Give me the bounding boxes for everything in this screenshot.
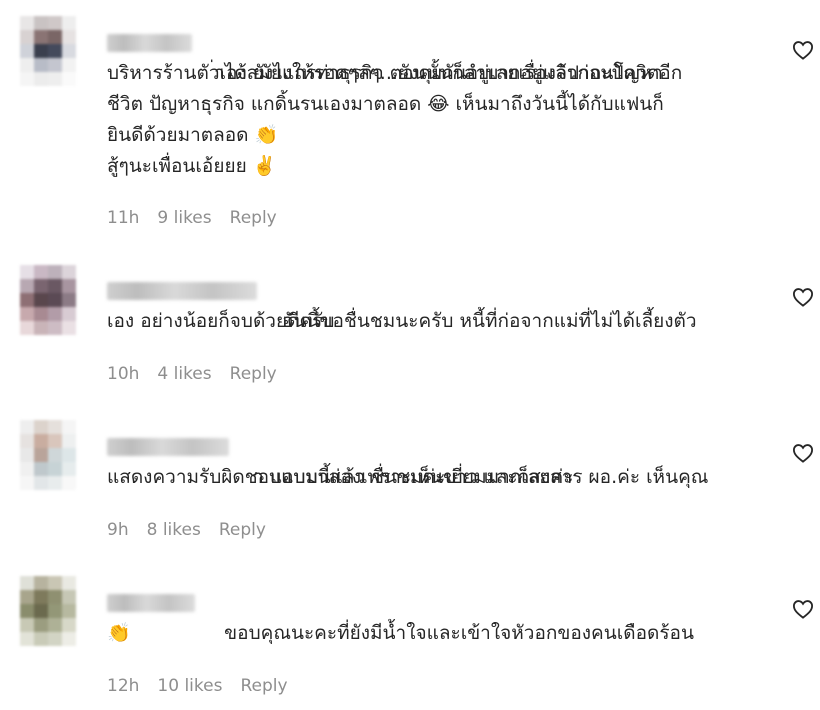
reply-button[interactable]: Reply bbox=[240, 676, 287, 696]
comment-meta: 9h 8 likes Reply bbox=[107, 520, 266, 540]
comment-likes[interactable]: 9 likes bbox=[157, 208, 211, 228]
comment-likes[interactable]: 10 likes bbox=[157, 676, 222, 696]
heart-outline-icon[interactable] bbox=[792, 40, 814, 60]
comment-time[interactable]: 11h bbox=[107, 208, 139, 228]
avatar[interactable] bbox=[20, 265, 76, 335]
username-redacted[interactable] bbox=[107, 34, 192, 52]
heart-outline-icon[interactable] bbox=[792, 443, 814, 463]
username-redacted[interactable] bbox=[107, 282, 257, 300]
reply-button[interactable]: Reply bbox=[219, 520, 266, 540]
reply-button[interactable]: Reply bbox=[230, 208, 277, 228]
comment-meta: 10h 4 likes Reply bbox=[107, 364, 277, 384]
avatar[interactable] bbox=[20, 576, 76, 646]
heart-outline-icon[interactable] bbox=[792, 287, 814, 307]
comment-time[interactable]: 10h bbox=[107, 364, 139, 384]
comment-meta: 11h 9 likes Reply bbox=[107, 208, 277, 228]
comment-text-rest: 👏 bbox=[107, 622, 131, 644]
comment-time[interactable]: 9h bbox=[107, 520, 129, 540]
username-redacted[interactable] bbox=[107, 438, 229, 456]
avatar[interactable] bbox=[20, 16, 76, 86]
comment-likes[interactable]: 8 likes bbox=[147, 520, 201, 540]
heart-outline-icon[interactable] bbox=[792, 599, 814, 619]
comment-text-rest: บริหารร้านตัวเอง ยังไงให้รอดๆลๆ...ยังคุย… bbox=[107, 62, 664, 177]
comment-meta: 12h 10 likes Reply bbox=[107, 676, 288, 696]
reply-button[interactable]: Reply bbox=[230, 364, 277, 384]
comment-time[interactable]: 12h bbox=[107, 676, 139, 696]
username-redacted[interactable] bbox=[107, 594, 195, 612]
comment-text-rest: เอง อย่างน้อยก็จบด้วยดีครับ bbox=[107, 310, 335, 332]
avatar[interactable] bbox=[20, 420, 76, 490]
comment-likes[interactable]: 4 likes bbox=[157, 364, 211, 384]
comment-text-rest: แสดงความรับผิดชอบแบบนี้แล้ว ชื่นชมค่ะเยี… bbox=[107, 466, 574, 488]
